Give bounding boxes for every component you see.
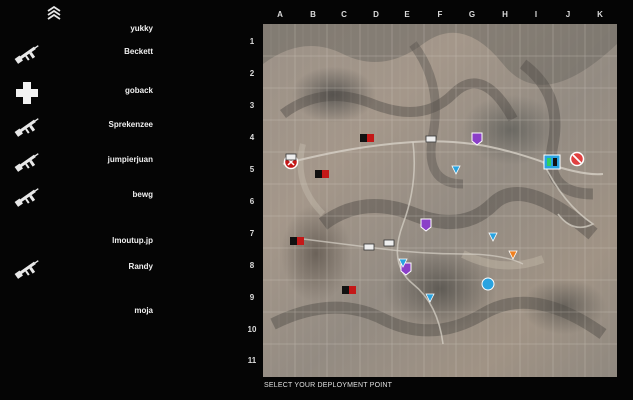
roster-entry[interactable]: Beckett	[0, 39, 170, 69]
column-label: I	[534, 10, 538, 19]
vehicle-icon[interactable]	[383, 238, 395, 248]
rifle-icon	[14, 118, 39, 137]
player-name: Sprekenzee	[108, 120, 153, 129]
objective-marker-icon[interactable]	[420, 218, 432, 232]
player-name: jumpierjuan	[107, 155, 153, 164]
column-label: E	[404, 10, 410, 19]
player-name: goback	[124, 86, 153, 95]
vehicle-icon[interactable]	[425, 134, 437, 144]
player-name: Randy	[128, 262, 153, 271]
enemy-hq-icon[interactable]	[569, 151, 585, 167]
row-label: 11	[247, 356, 257, 365]
player-name: lmoutup.jp	[112, 236, 153, 245]
friendly-unit-icon[interactable]	[451, 165, 461, 175]
friendly-unit-icon[interactable]	[398, 258, 408, 268]
friendly-base-icon[interactable]	[543, 154, 561, 170]
row-label: 3	[249, 101, 255, 110]
player-name: bewg	[132, 190, 153, 199]
row-label: 7	[249, 229, 255, 238]
column-label: F	[437, 10, 443, 19]
objective-marker-icon[interactable]	[471, 132, 483, 146]
column-label: G	[468, 10, 476, 19]
roster-entry[interactable]: moja	[0, 298, 170, 328]
row-label: 6	[249, 197, 255, 206]
enemy-flag-icon[interactable]	[315, 170, 329, 178]
column-label: B	[310, 10, 316, 19]
row-label: 9	[249, 293, 255, 302]
rifle-icon	[14, 153, 39, 172]
row-label: 10	[247, 325, 257, 334]
player-name: yukky	[130, 24, 153, 33]
vehicle-icon[interactable]	[363, 242, 375, 252]
squad-roster: yukky Beckett goback Sprekenzee jumpierj…	[0, 0, 170, 400]
row-label: 4	[249, 133, 255, 142]
row-label: 8	[249, 261, 255, 270]
rifle-icon	[14, 260, 39, 279]
enemy-flag-icon[interactable]	[342, 286, 356, 294]
player-name: Beckett	[124, 47, 153, 56]
column-label: A	[277, 10, 283, 19]
friendly-unit-icon[interactable]	[481, 277, 495, 291]
roster-entry[interactable]: Sprekenzee	[0, 112, 170, 142]
friendly-unit-icon[interactable]	[425, 293, 435, 303]
terrain-layer	[263, 24, 617, 377]
row-label: 5	[249, 165, 255, 174]
medic-cross-icon	[16, 82, 38, 104]
enemy-flag-icon[interactable]	[290, 237, 304, 245]
column-label: H	[502, 10, 508, 19]
roster-entry[interactable]: jumpierjuan	[0, 147, 170, 177]
roster-entry[interactable]: goback	[0, 78, 170, 108]
column-label: K	[597, 10, 603, 19]
tactical-map[interactable]	[263, 24, 617, 377]
roster-entry[interactable]: Randy	[0, 254, 170, 284]
vehicle-icon[interactable]	[285, 152, 297, 162]
friendly-unit-icon[interactable]	[508, 250, 518, 260]
rifle-icon	[14, 188, 39, 207]
roster-entry[interactable]: bewg	[0, 182, 170, 212]
enemy-flag-icon[interactable]	[360, 134, 374, 142]
column-label: C	[341, 10, 347, 19]
rifle-icon	[14, 45, 39, 64]
row-label: 1	[249, 37, 255, 46]
deployment-prompt: SELECT YOUR DEPLOYMENT POINT	[264, 382, 393, 389]
row-label: 2	[249, 69, 255, 78]
column-label: J	[565, 10, 571, 19]
column-label: D	[373, 10, 379, 19]
player-name: moja	[134, 306, 153, 315]
friendly-unit-icon[interactable]	[488, 232, 498, 242]
